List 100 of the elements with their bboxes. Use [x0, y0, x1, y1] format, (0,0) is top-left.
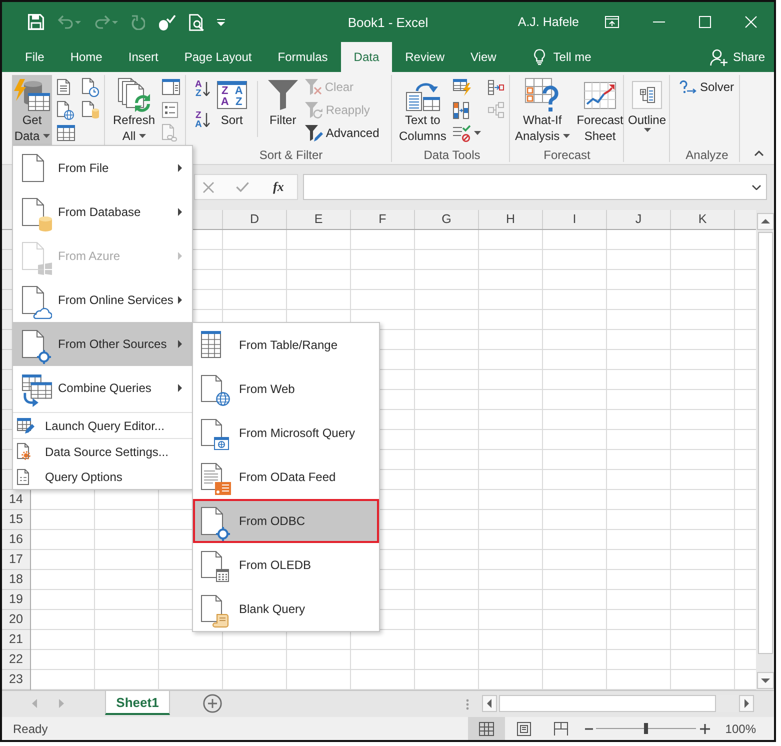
- box-arrow-up-icon[interactable]: [605, 16, 619, 28]
- save-icon[interactable]: [28, 14, 44, 30]
- zoom-slider[interactable]: [596, 723, 696, 734]
- mouse-check-icon[interactable]: [158, 14, 176, 30]
- ribbon-button[interactable]: [451, 99, 472, 121]
- ribbon-button[interactable]: [55, 76, 72, 98]
- menu-item[interactable]: From Online Services: [13, 278, 192, 322]
- solver-button[interactable]: Solver: [677, 76, 736, 98]
- chevron-down-icon[interactable]: [752, 184, 761, 190]
- sort-button[interactable]: Z A A Z Sort: [214, 75, 249, 146]
- ribbon-button[interactable]: [451, 76, 474, 98]
- sort-ascending-button[interactable]: A Z: [193, 76, 212, 102]
- ribbon-tab[interactable]: Formulas: [264, 42, 341, 72]
- ribbon-tab[interactable]: Home: [57, 42, 116, 72]
- ribbon-button[interactable]: [160, 99, 180, 121]
- menu-item[interactable]: Launch Query Editor...: [13, 413, 192, 438]
- ribbon-tab[interactable]: Data: [340, 42, 392, 72]
- formula-input[interactable]: [303, 174, 767, 200]
- ribbon-button[interactable]: [160, 76, 182, 98]
- column-header[interactable]: E: [287, 210, 351, 229]
- scrollbar-thumb[interactable]: [499, 695, 716, 712]
- menu-item[interactable]: From OData Feed: [193, 455, 379, 499]
- menu-item[interactable]: From Other Sources: [13, 322, 192, 366]
- refresh-all-button[interactable]: Refresh All: [111, 75, 158, 146]
- vertical-dots-icon[interactable]: [466, 699, 469, 710]
- row-header[interactable]: 22: [2, 650, 30, 670]
- table-lightning-icon: [453, 78, 472, 96]
- user-name[interactable]: A.J. Hafele: [518, 15, 579, 29]
- menu-item[interactable]: Combine Queries: [13, 366, 192, 410]
- menu-item[interactable]: From ODBC: [193, 499, 379, 543]
- arrow-down-icon: [202, 113, 210, 127]
- menu-item[interactable]: From Table/Range: [193, 323, 379, 367]
- ribbon-tab[interactable]: View: [458, 42, 510, 72]
- row-header[interactable]: 21: [2, 630, 30, 650]
- menu-item[interactable]: From Web: [193, 367, 379, 411]
- column-header[interactable]: F: [351, 210, 415, 229]
- horizontal-scrollbar[interactable]: [482, 695, 754, 712]
- maximize-icon[interactable]: [699, 16, 711, 28]
- menu-item[interactable]: From Database: [13, 190, 192, 234]
- outline-button[interactable]: Outline: [626, 75, 668, 146]
- vertical-scrollbar[interactable]: [756, 210, 774, 690]
- ribbon-tab[interactable]: Insert: [115, 42, 172, 72]
- scroll-up-icon[interactable]: [756, 213, 774, 230]
- ribbon-tab[interactable]: Page Layout: [171, 42, 265, 72]
- ribbon-tab[interactable]: Review: [392, 42, 458, 72]
- menu-item[interactable]: From OLEDB: [193, 543, 379, 587]
- table-icon: [57, 125, 75, 141]
- menu-item[interactable]: Data Source Settings...: [13, 439, 192, 464]
- sheet-tab[interactable]: Sheet1: [105, 691, 170, 715]
- ribbon-button[interactable]: [55, 99, 76, 121]
- row-header[interactable]: 17: [2, 550, 30, 570]
- scroll-right-icon[interactable]: [739, 695, 754, 712]
- row-header[interactable]: 19: [2, 590, 30, 610]
- plus-icon[interactable]: [700, 724, 710, 734]
- text-to-columns-button[interactable]: Text to Columns: [397, 75, 448, 146]
- document-feed-icon: [201, 462, 231, 494]
- funnel-icon: [268, 80, 298, 110]
- tell-me-button[interactable]: Tell me: [531, 42, 594, 72]
- scroll-down-icon[interactable]: [756, 672, 774, 689]
- zoom-percentage[interactable]: 100%: [725, 722, 756, 736]
- column-header[interactable]: H: [479, 210, 543, 229]
- minus-icon[interactable]: [585, 728, 594, 730]
- close-icon[interactable]: [745, 16, 757, 28]
- scrollbar-thumb[interactable]: [758, 232, 772, 654]
- normal-view-button[interactable]: [468, 717, 506, 740]
- ribbon-tab[interactable]: File: [12, 42, 58, 72]
- ribbon-button[interactable]: [80, 76, 101, 98]
- customize-caret-icon[interactable]: [217, 18, 225, 26]
- filter-button[interactable]: Filter: [266, 75, 300, 146]
- menu-item[interactable]: From Microsoft Query: [193, 411, 379, 455]
- check-icon[interactable]: [236, 182, 249, 192]
- column-header[interactable]: I: [543, 210, 607, 229]
- get-data-button[interactable]: Get Data: [12, 75, 52, 146]
- column-header[interactable]: G: [415, 210, 479, 229]
- column-header[interactable]: K: [671, 210, 735, 229]
- minimize-icon[interactable]: [653, 21, 665, 23]
- row-header[interactable]: 20: [2, 610, 30, 630]
- share-button[interactable]: Share: [706, 42, 768, 72]
- insert-function-button[interactable]: fx: [271, 179, 286, 195]
- advanced-button[interactable]: Advanced: [302, 122, 382, 144]
- document-magnifier-icon[interactable]: [189, 14, 204, 30]
- menu-item[interactable]: Query Options: [13, 464, 192, 489]
- column-header[interactable]: J: [607, 210, 671, 229]
- forecast-sheet-button[interactable]: Forecast Sheet: [574, 75, 626, 146]
- plus-circle-icon[interactable]: [203, 694, 222, 713]
- column-header[interactable]: D: [223, 210, 287, 229]
- chevron-up-icon[interactable]: [754, 150, 764, 156]
- sort-descending-button[interactable]: Z A: [193, 107, 212, 133]
- row-header[interactable]: 18: [2, 570, 30, 590]
- group-label: Sort & Filter: [258, 148, 324, 162]
- ribbon-button[interactable]: [55, 122, 77, 144]
- what-if-analysis-button[interactable]: What-If Analysis: [513, 75, 572, 146]
- question-arrow-icon: [679, 80, 697, 94]
- scroll-left-icon[interactable]: [482, 695, 497, 712]
- menu-item[interactable]: Blank Query: [193, 587, 379, 631]
- menu-item[interactable]: From File: [13, 146, 192, 190]
- row-header[interactable]: 15: [2, 510, 30, 530]
- row-header[interactable]: 16: [2, 530, 30, 550]
- zoom-slider-thumb[interactable]: [644, 723, 648, 734]
- ribbon-button[interactable]: [80, 99, 101, 121]
